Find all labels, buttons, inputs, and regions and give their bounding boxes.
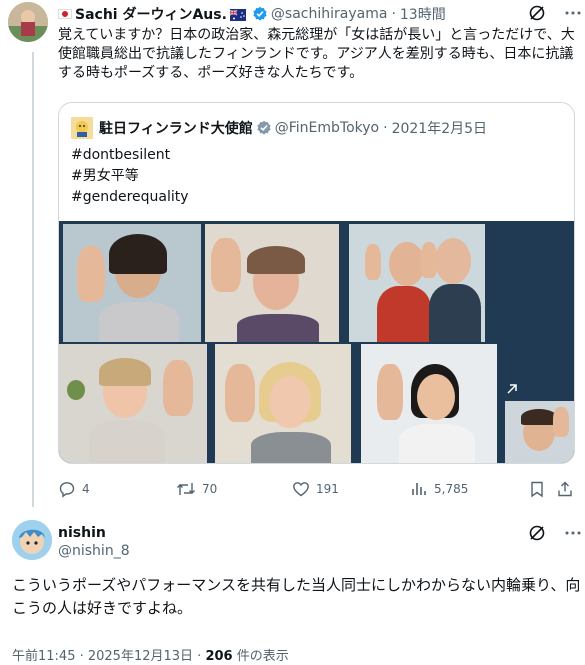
like-button[interactable]: 191 bbox=[292, 480, 339, 498]
participant-tile bbox=[349, 224, 485, 342]
reply-meta: 午前11:45 · 2025年12月13日 · 206 件の表示 bbox=[12, 645, 289, 664]
quoted-separator: · bbox=[383, 120, 388, 136]
reply-timestamp[interactable]: 午前11:45 · 2025年12月13日 · bbox=[12, 649, 205, 664]
tweet-action-bar: 4 70 191 5,785 bbox=[58, 480, 578, 500]
share-icon bbox=[558, 481, 572, 497]
participant-tile bbox=[205, 224, 339, 342]
australia-flag-icon bbox=[229, 8, 246, 21]
display-name[interactable]: Sachi ダーウィンAus. bbox=[75, 4, 227, 24]
video-call-photo[interactable] bbox=[59, 221, 574, 463]
verified-badge-icon bbox=[252, 6, 268, 22]
views-button[interactable]: 5,785 bbox=[410, 480, 468, 498]
participant-tile bbox=[59, 344, 207, 463]
participant-tile bbox=[505, 401, 574, 463]
reply-display-name[interactable]: nishin bbox=[58, 524, 130, 542]
views-icon bbox=[412, 483, 426, 495]
hashtag[interactable]: #genderequality bbox=[71, 187, 189, 208]
tweet-header: Sachi ダーウィンAus. @sachihirayama · 13時間 bbox=[58, 4, 446, 24]
separator: · bbox=[391, 6, 396, 22]
timestamp[interactable]: 13時間 bbox=[400, 4, 446, 24]
tweet-top-actions bbox=[526, 2, 584, 24]
reply-text: こういうポーズやパフォーマンスを共有した当人同士にしかわからない内輪乗り、向こう… bbox=[12, 576, 581, 617]
hashtag[interactable]: #dontbesilent bbox=[71, 145, 189, 166]
reply-top-actions bbox=[526, 522, 584, 544]
like-count: 191 bbox=[316, 482, 339, 496]
more-icon[interactable] bbox=[562, 2, 584, 24]
hashtag[interactable]: #男女平等 bbox=[71, 166, 189, 187]
tweet-text: 覚えていますか？日本の政治家、森元総理が「女は話が長い」と言っただけで、大使館職… bbox=[58, 27, 575, 81]
grok-icon[interactable] bbox=[526, 522, 548, 544]
participant-tile bbox=[215, 344, 351, 463]
view-count: 5,785 bbox=[434, 482, 469, 496]
expand-arrow-icon bbox=[505, 381, 519, 395]
reply-view-count: 206 bbox=[205, 649, 233, 664]
participant-tile bbox=[63, 224, 201, 342]
reply-views-label: 件の表示 bbox=[232, 649, 289, 664]
quoted-avatar[interactable] bbox=[71, 117, 93, 139]
participant-tile bbox=[361, 344, 497, 463]
quoted-date[interactable]: 2021年2月5日 bbox=[392, 118, 487, 138]
share-button[interactable] bbox=[556, 480, 574, 498]
gold-verified-badge-icon bbox=[256, 120, 272, 136]
japan-flag-icon bbox=[58, 9, 72, 19]
quoted-tweet-card[interactable]: 駐日フィンランド大使館 @FinEmbTokyo · 2021年2月5日 #do… bbox=[58, 102, 575, 464]
bookmark-icon bbox=[531, 481, 543, 498]
more-icon[interactable] bbox=[562, 522, 584, 544]
reply-handle[interactable]: @nishin_8 bbox=[58, 542, 130, 560]
reply-avatar[interactable] bbox=[12, 520, 52, 560]
retweet-count: 70 bbox=[202, 482, 218, 496]
like-icon bbox=[293, 482, 309, 497]
retweet-icon bbox=[177, 483, 195, 495]
thread-line bbox=[32, 52, 34, 507]
quoted-tweet-header: 駐日フィンランド大使館 @FinEmbTokyo · 2021年2月5日 bbox=[71, 117, 487, 139]
avatar[interactable] bbox=[8, 2, 48, 42]
handle[interactable]: @sachihirayama bbox=[271, 6, 388, 22]
quoted-handle[interactable]: @FinEmbTokyo bbox=[275, 120, 379, 136]
hashtag-list: #dontbesilent #男女平等 #genderequality bbox=[71, 145, 189, 208]
quoted-display-name[interactable]: 駐日フィンランド大使館 bbox=[99, 118, 253, 138]
grok-icon[interactable] bbox=[526, 2, 548, 24]
reply-header: nishin @nishin_8 bbox=[58, 524, 130, 560]
retweet-button[interactable]: 70 bbox=[176, 480, 217, 498]
reply-button[interactable]: 4 bbox=[58, 480, 90, 498]
bookmark-button[interactable] bbox=[528, 480, 546, 498]
reply-icon bbox=[59, 482, 75, 498]
reply-count: 4 bbox=[82, 482, 90, 496]
